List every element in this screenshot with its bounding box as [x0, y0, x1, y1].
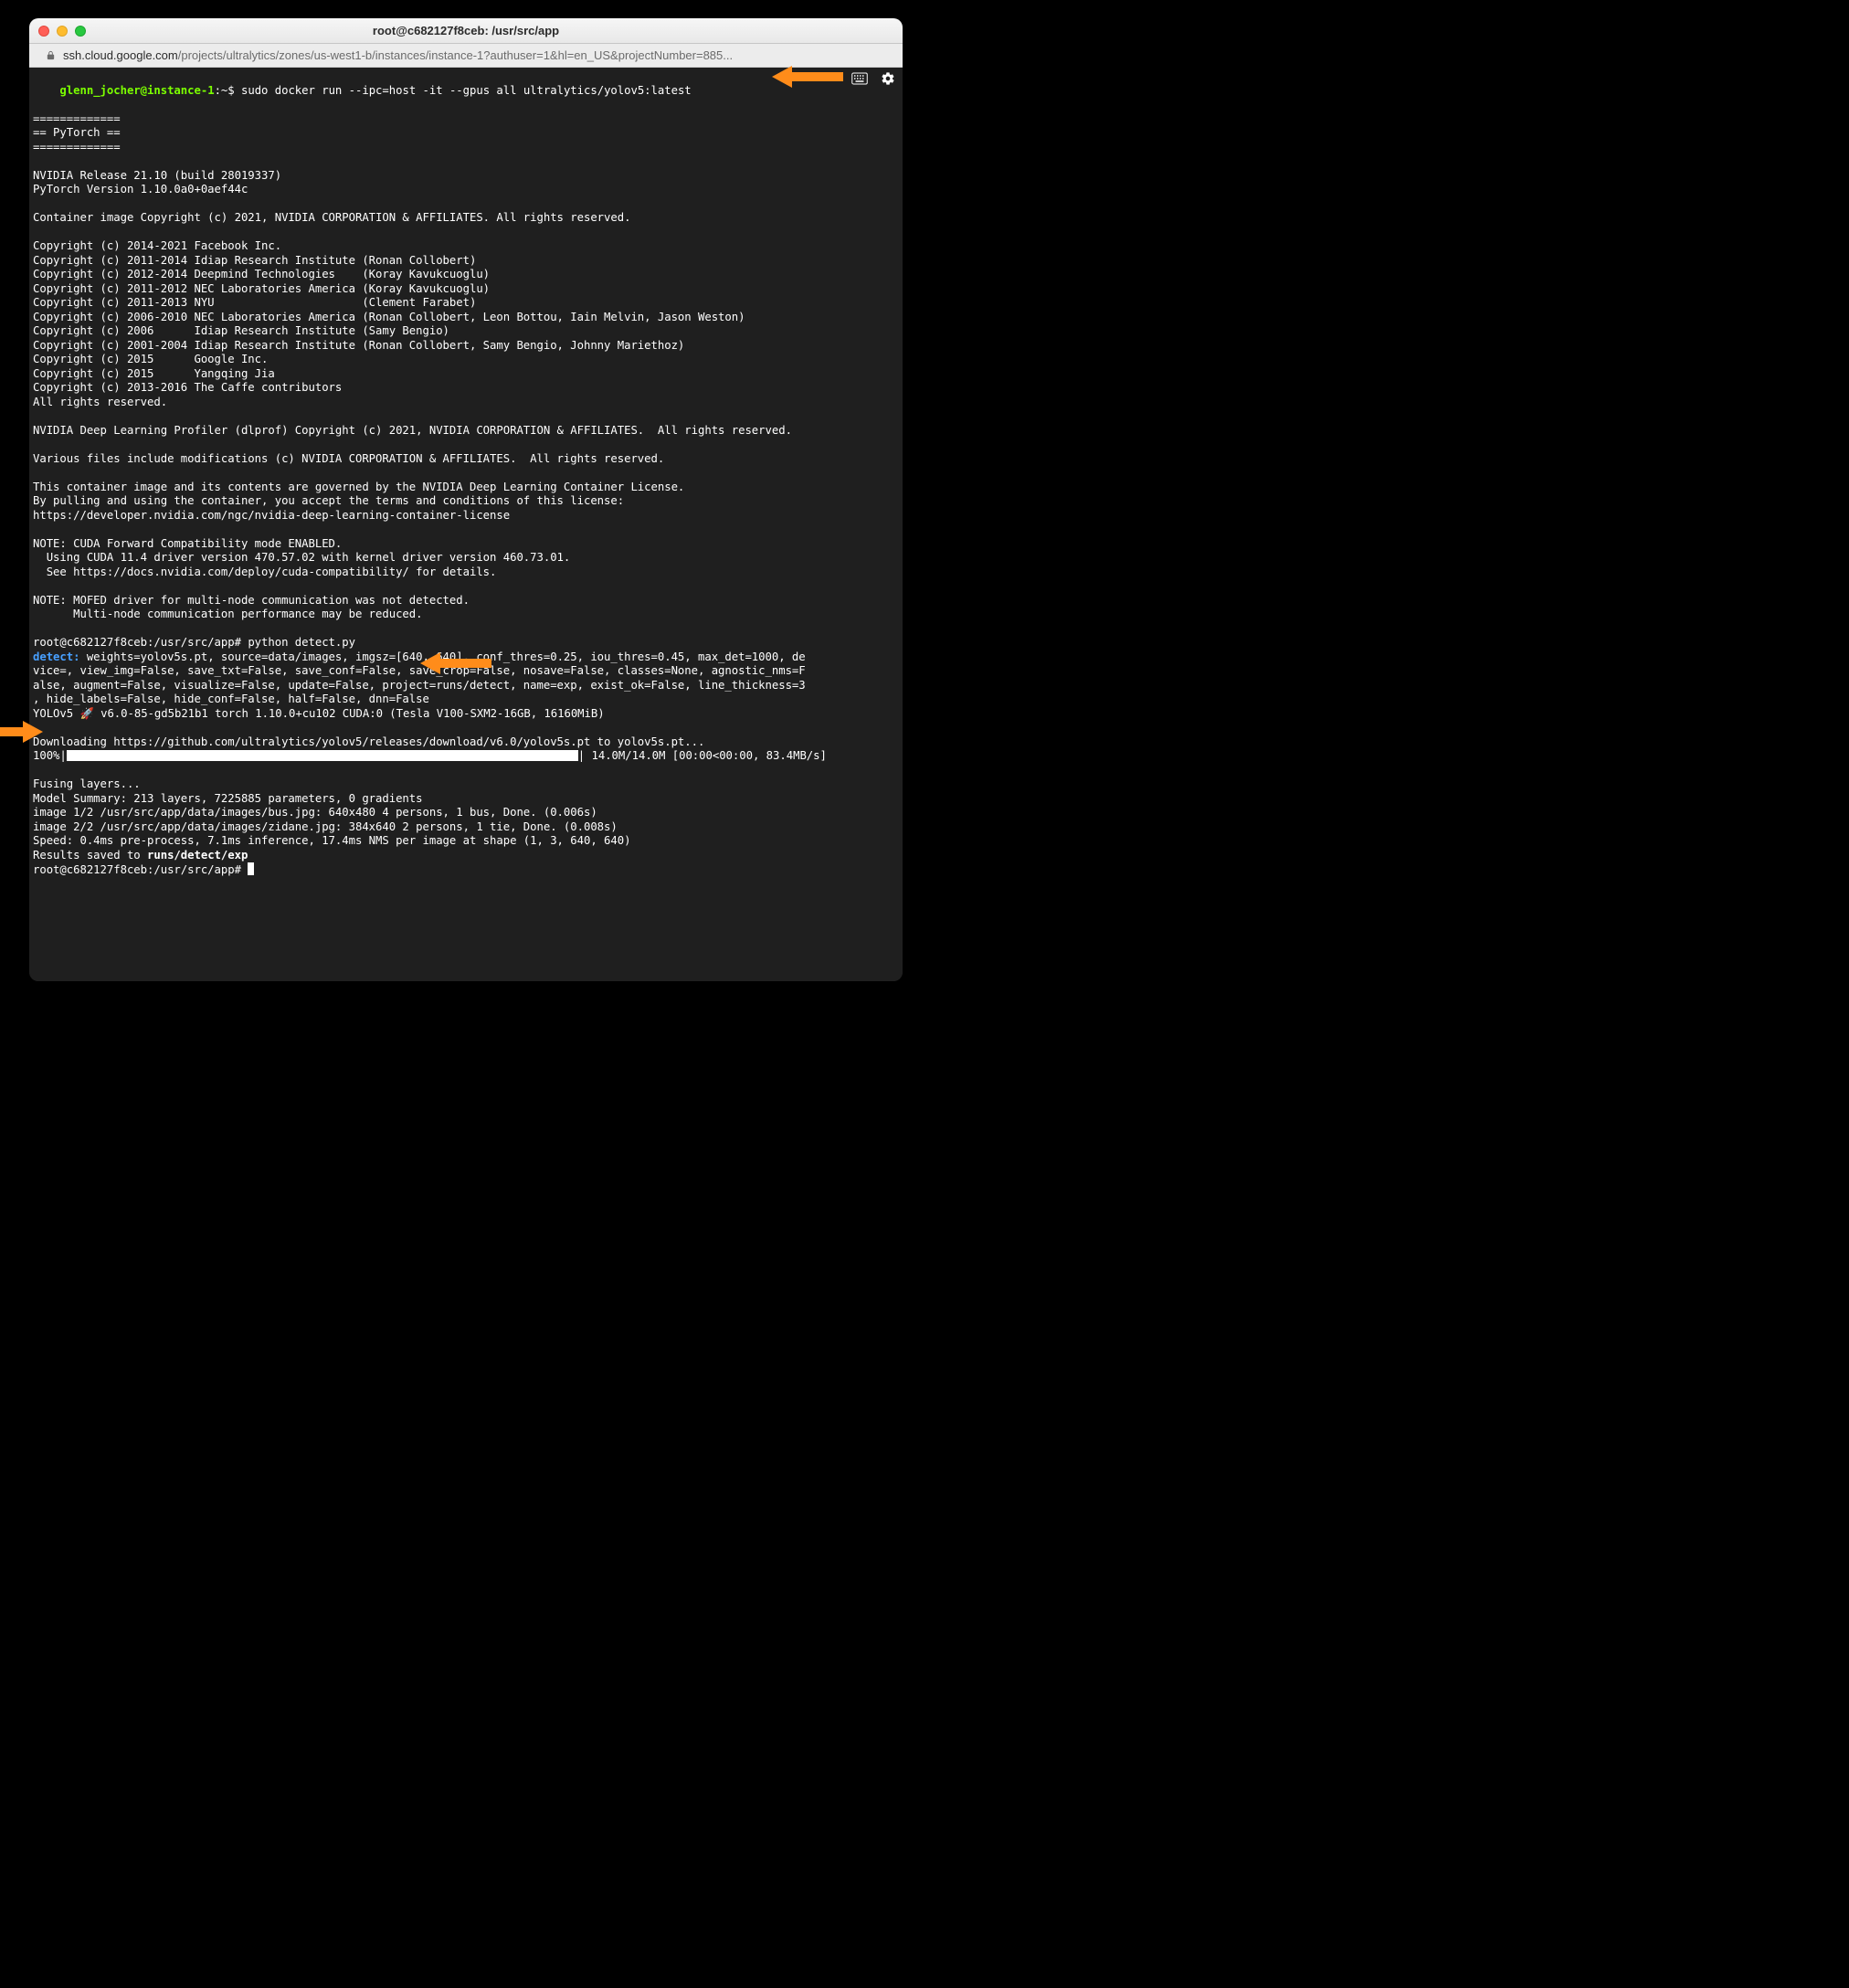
detect-args: , hide_labels=False, hide_conf=False, ha…: [33, 693, 429, 705]
detect-args: vice=, view_img=False, save_txt=False, s…: [33, 664, 806, 677]
prompt-root: root@c682127f8ceb:/usr/src/app#: [33, 636, 248, 649]
model-summary: Model Summary: 213 layers, 7225885 param…: [33, 792, 423, 805]
progress-percent: 100%: [33, 749, 59, 762]
copyright-line: Copyright (c) 2011-2014 Idiap Research I…: [33, 254, 476, 267]
image-result: image 2/2 /usr/src/app/data/images/zidan…: [33, 820, 618, 833]
prompt-separator: :~$: [215, 84, 241, 97]
download-line: Downloading https://github.com/ultralyti…: [33, 735, 704, 748]
image-result: image 1/2 /usr/src/app/data/images/bus.j…: [33, 806, 597, 819]
note-mofed: Multi-node communication performance may…: [33, 608, 423, 620]
gear-icon[interactable]: [881, 71, 895, 86]
modifications-line: Various files include modifications (c) …: [33, 452, 664, 465]
copyright-line: Copyright (c) 2015 Google Inc.: [33, 353, 268, 365]
prompt-root: root@c682127f8ceb:/usr/src/app#: [33, 863, 248, 876]
license-url: https://developer.nvidia.com/ngc/nvidia-…: [33, 509, 510, 522]
copyright-line: Copyright (c) 2006-2010 NEC Laboratories…: [33, 311, 745, 323]
lock-icon: [46, 50, 56, 60]
titlebar: root@c682127f8ceb: /usr/src/app: [29, 18, 903, 44]
detect-args: weights=yolov5s.pt, source=data/images, …: [87, 650, 806, 663]
nvidia-release: NVIDIA Release 21.10 (build 28019337): [33, 169, 281, 182]
copyright-line: Copyright (c) 2012-2014 Deepmind Technol…: [33, 268, 490, 280]
url-host: ssh.cloud.google.com: [63, 48, 178, 62]
copyright-line: Copyright (c) 2011-2012 NEC Laboratories…: [33, 282, 490, 295]
url-bar[interactable]: ssh.cloud.google.com/projects/ultralytic…: [29, 44, 903, 68]
fusing-layers: Fusing layers...: [33, 777, 141, 790]
detect-label: detect:: [33, 650, 87, 663]
url-path: /projects/ultralytics/zones/us-west1-b/i…: [178, 48, 733, 62]
close-icon[interactable]: [38, 26, 49, 37]
note-mofed: NOTE: MOFED driver for multi-node commun…: [33, 594, 470, 607]
pytorch-version: PyTorch Version 1.10.0a0+0aef44c: [33, 183, 248, 196]
banner-divider: =============: [33, 141, 121, 153]
cursor: [248, 862, 254, 875]
all-rights-reserved: All rights reserved.: [33, 396, 167, 408]
maximize-icon[interactable]: [75, 26, 86, 37]
prompt-user: glenn_jocher@instance-1: [59, 84, 214, 97]
note-cuda: See https://docs.nvidia.com/deploy/cuda-…: [33, 566, 496, 578]
window-controls: [38, 26, 86, 37]
cmd-docker-run: sudo docker run --ipc=host -it --gpus al…: [241, 84, 692, 97]
cmd-python-detect: python detect.py: [248, 636, 355, 649]
copyright-line: Copyright (c) 2011-2013 NYU (Clement Far…: [33, 296, 476, 309]
license-line: This container image and its contents ar…: [33, 481, 684, 493]
keyboard-icon[interactable]: [851, 72, 868, 85]
terminal-window: root@c682127f8ceb: /usr/src/app ssh.clou…: [29, 18, 903, 981]
copyright-line: Copyright (c) 2013-2016 The Caffe contri…: [33, 381, 342, 394]
banner-divider: =============: [33, 112, 121, 125]
copyright-line: Copyright (c) 2014-2021 Facebook Inc.: [33, 239, 281, 252]
note-cuda: Using CUDA 11.4 driver version 470.57.02…: [33, 551, 570, 564]
detect-args: alse, augment=False, visualize=False, up…: [33, 679, 806, 692]
license-line: By pulling and using the container, you …: [33, 494, 624, 507]
copyright-line: Copyright (c) 2015 Yangqing Jia: [33, 367, 275, 380]
dlprof-copyright: NVIDIA Deep Learning Profiler (dlprof) C…: [33, 424, 792, 437]
minimize-icon[interactable]: [57, 26, 68, 37]
results-path: runs/detect/exp: [147, 849, 248, 862]
progress-bar: [67, 750, 578, 761]
banner-pytorch: == PyTorch ==: [33, 126, 121, 139]
container-copyright: Container image Copyright (c) 2021, NVID…: [33, 211, 630, 224]
yolo-version: YOLOv5 🚀 v6.0-85-gd5b21b1 torch 1.10.0+c…: [33, 707, 605, 720]
results-saved: Results saved to: [33, 849, 147, 862]
note-cuda: NOTE: CUDA Forward Compatibility mode EN…: [33, 537, 342, 550]
progress-tail: 14.0M/14.0M [00:00<00:00, 83.4MB/s]: [585, 749, 827, 762]
speed-line: Speed: 0.4ms pre-process, 7.1ms inferenc…: [33, 834, 630, 847]
copyright-line: Copyright (c) 2006 Idiap Research Instit…: [33, 324, 449, 337]
terminal-output[interactable]: glenn_jocher@instance-1:~$ sudo docker r…: [29, 68, 903, 981]
terminal-toolbar: [851, 71, 895, 86]
copyright-line: Copyright (c) 2001-2004 Idiap Research I…: [33, 339, 684, 352]
window-title: root@c682127f8ceb: /usr/src/app: [29, 24, 903, 37]
